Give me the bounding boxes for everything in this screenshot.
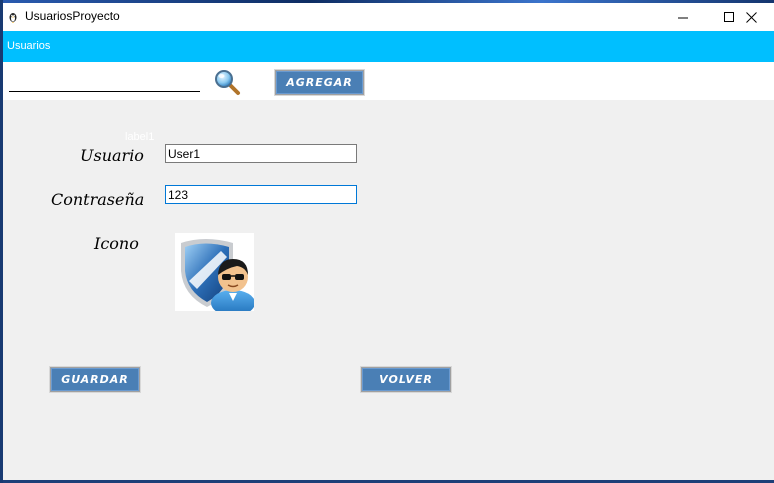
title-bar[interactable]: UsuariosProyecto bbox=[3, 3, 774, 31]
user-shield-avatar-icon bbox=[181, 239, 255, 316]
minimize-icon bbox=[677, 17, 688, 18]
window-title: UsuariosProyecto bbox=[25, 9, 120, 23]
menu-item-usuarios[interactable]: Usuarios bbox=[7, 40, 50, 52]
close-icon bbox=[745, 11, 757, 23]
magnifier-icon[interactable] bbox=[213, 68, 241, 96]
password-field[interactable] bbox=[165, 185, 357, 204]
app-icon bbox=[9, 13, 17, 23]
minimize-button[interactable] bbox=[660, 3, 706, 31]
close-button[interactable] bbox=[728, 3, 774, 31]
username-field[interactable] bbox=[165, 144, 357, 163]
search-input[interactable] bbox=[9, 74, 200, 92]
menu-bar: Usuarios bbox=[3, 31, 774, 62]
app-window: UsuariosProyecto Usuarios AGREGAR label1… bbox=[3, 3, 774, 480]
save-button[interactable]: Guardar bbox=[49, 366, 141, 393]
back-button[interactable]: Volver bbox=[360, 366, 452, 393]
hidden-label: label1 bbox=[125, 131, 155, 143]
search-toolbar: Agregar bbox=[3, 62, 774, 100]
icon-label: Icono bbox=[94, 234, 139, 253]
add-button[interactable]: Agregar bbox=[274, 69, 365, 96]
username-label: Usuario bbox=[80, 146, 144, 165]
password-label: Contraseña bbox=[51, 190, 145, 209]
avatar-picture[interactable] bbox=[175, 233, 255, 316]
